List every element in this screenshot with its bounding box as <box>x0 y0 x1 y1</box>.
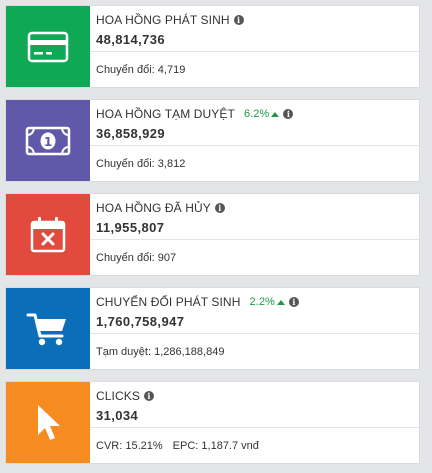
change-indicator: 2.2% <box>249 296 285 308</box>
shopping-cart-icon <box>26 313 66 345</box>
info-icon[interactable]: i <box>214 203 225 213</box>
stat-card-conversions: CHUYỂN ĐỔI PHÁT SINH 2.2% i 1,760,758,94… <box>5 287 420 370</box>
stat-icon-box <box>6 382 90 463</box>
calendar-cancel-icon <box>30 216 66 252</box>
change-value: 2.2% <box>249 296 275 308</box>
card-title: CLICKS <box>96 389 140 403</box>
footer-value: 4,719 <box>157 63 186 76</box>
footer-label: Tạm duyệt: <box>96 345 152 358</box>
info-icon[interactable]: i <box>283 109 294 119</box>
stat-card-commission-cancelled: HOA HỒNG ĐÃ HỦY i 11,955,807 Chuyển đổi:… <box>5 193 420 276</box>
banknote-icon: 1 <box>25 126 71 155</box>
card-value: 11,955,807 <box>96 220 165 235</box>
footer-label: Chuyển đổi: <box>96 63 155 76</box>
card-value: 31,034 <box>96 408 139 423</box>
card-value: 36,858,929 <box>96 126 166 141</box>
footer-value-2: 1,187.7 vnđ <box>201 439 259 452</box>
card-title: HOA HỒNG ĐÃ HỦY <box>96 201 211 215</box>
footer-label: Chuyển đổi: <box>96 251 155 264</box>
info-icon[interactable]: i <box>143 391 154 401</box>
change-value: 6.2% <box>243 108 270 120</box>
card-title: HOA HỒNG PHÁT SINH <box>96 13 230 27</box>
stat-icon-box <box>6 194 90 275</box>
stats-panel: HOA HỒNG PHÁT SINH i 48,814,736 Chuyển đ… <box>0 0 432 473</box>
stat-card-clicks: CLICKS i 31,034 CVR: 15.21% EPC: 1,187.7 … <box>5 381 420 464</box>
up-arrow-icon <box>276 299 285 305</box>
stat-icon-box: 1 <box>6 100 90 181</box>
up-arrow-icon <box>271 111 280 117</box>
card-value: 1,760,758,947 <box>96 314 185 329</box>
svg-text:1: 1 <box>44 135 52 149</box>
footer-label: CVR: <box>96 439 123 452</box>
change-indicator: 6.2% <box>243 108 280 120</box>
footer-value: 1,286,188,849 <box>154 345 225 358</box>
footer-label-2: EPC: <box>172 439 199 452</box>
footer-value: 907 <box>157 251 177 264</box>
credit-card-icon <box>27 31 69 62</box>
footer-value: 3,812 <box>157 157 186 170</box>
card-title: CHUYỂN ĐỔI PHÁT SINH <box>96 295 241 309</box>
stat-icon-box <box>6 6 90 87</box>
cursor-pointer-icon <box>38 404 60 440</box>
stat-icon-box <box>6 288 90 369</box>
card-value: 48,814,736 <box>96 32 166 47</box>
info-icon[interactable]: i <box>233 15 244 25</box>
stat-card-commission-pending: 1 HOA HỒNG TẠM DUYỆT 6.2% i 36,858,929 C… <box>5 99 420 182</box>
card-title: HOA HỒNG TẠM DUYỆT <box>96 107 235 121</box>
info-icon[interactable]: i <box>288 297 299 307</box>
footer-value: 15.21% <box>125 439 163 452</box>
stat-card-commission-generated: HOA HỒNG PHÁT SINH i 48,814,736 Chuyển đ… <box>5 5 420 88</box>
footer-label: Chuyển đổi: <box>96 157 155 170</box>
